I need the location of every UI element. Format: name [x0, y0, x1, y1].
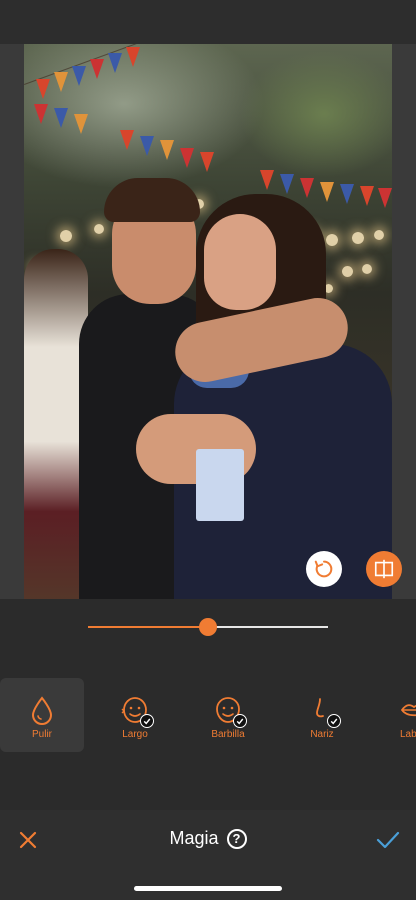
bokeh-light	[60, 230, 72, 242]
bunting-flag	[200, 152, 214, 172]
bunting-flag	[120, 130, 134, 150]
bunting-flag	[108, 53, 122, 73]
man-hair	[104, 178, 200, 222]
slider-thumb[interactable]	[199, 618, 217, 636]
lanyard-badge	[196, 449, 244, 521]
tool-label: Pulir	[31, 729, 52, 740]
bunting-flag	[126, 47, 140, 67]
bunting-flag	[300, 178, 314, 198]
tool-largo[interactable]: Largo	[93, 678, 177, 752]
lips-icon	[400, 704, 416, 717]
tool-label: Lab	[400, 729, 416, 740]
top-bar	[0, 0, 416, 44]
compare-button[interactable]	[366, 551, 402, 587]
bokeh-light	[342, 266, 353, 277]
bunting-flag	[90, 59, 104, 79]
screen-title: Magia	[169, 828, 219, 848]
slider-track-filled	[88, 626, 200, 628]
bunting-flag	[72, 66, 86, 86]
bunting-flag	[36, 79, 50, 99]
bunting-flag	[74, 114, 88, 134]
bokeh-light	[374, 230, 384, 240]
applied-check-icon	[140, 714, 154, 728]
tool-strip: Pulir Largo Barbilla Nariz Lab	[0, 672, 416, 758]
photo-canvas[interactable]	[24, 44, 392, 599]
slider-track-empty	[215, 626, 328, 628]
tool-label: Barbilla	[211, 729, 245, 740]
bunting-flag	[340, 184, 354, 204]
bunting-flag	[140, 136, 154, 156]
bokeh-light	[94, 224, 104, 234]
bunting-flag	[320, 182, 334, 202]
compare-icon	[374, 559, 394, 579]
bottom-bar: Magia ?	[0, 810, 416, 900]
tool-labios[interactable]: Lab	[372, 678, 416, 752]
bunting-flag	[378, 188, 392, 208]
title-group: Magia ?	[0, 828, 416, 849]
intensity-slider[interactable]	[0, 599, 416, 659]
home-indicator	[134, 886, 282, 891]
reset-button[interactable]	[306, 551, 342, 587]
applied-check-icon	[233, 714, 247, 728]
woman-face	[204, 214, 276, 310]
help-icon[interactable]: ?	[226, 828, 247, 849]
bunting-flag	[180, 148, 194, 168]
bunting-flag	[280, 174, 294, 194]
reset-icon	[314, 560, 333, 578]
bunting-flag	[34, 104, 48, 124]
tool-label: Largo	[122, 729, 148, 740]
bunting-flag	[54, 108, 68, 128]
bunting-flag	[54, 72, 68, 92]
tool-nariz[interactable]: Nariz	[280, 678, 364, 752]
bunting-flag	[360, 186, 374, 206]
bokeh-light	[362, 264, 372, 274]
bokeh-light	[326, 234, 338, 246]
tool-label: Nariz	[310, 729, 334, 740]
canvas-area	[0, 44, 416, 599]
tool-barbilla[interactable]: Barbilla	[186, 678, 270, 752]
bunting-flag	[260, 170, 274, 190]
tool-pulir[interactable]: Pulir	[0, 678, 84, 752]
bunting-flag	[160, 140, 174, 160]
checkmark-icon	[376, 831, 400, 849]
droplet-icon	[31, 696, 53, 725]
bokeh-light	[352, 232, 364, 244]
applied-check-icon	[327, 714, 341, 728]
confirm-button[interactable]	[374, 826, 402, 854]
